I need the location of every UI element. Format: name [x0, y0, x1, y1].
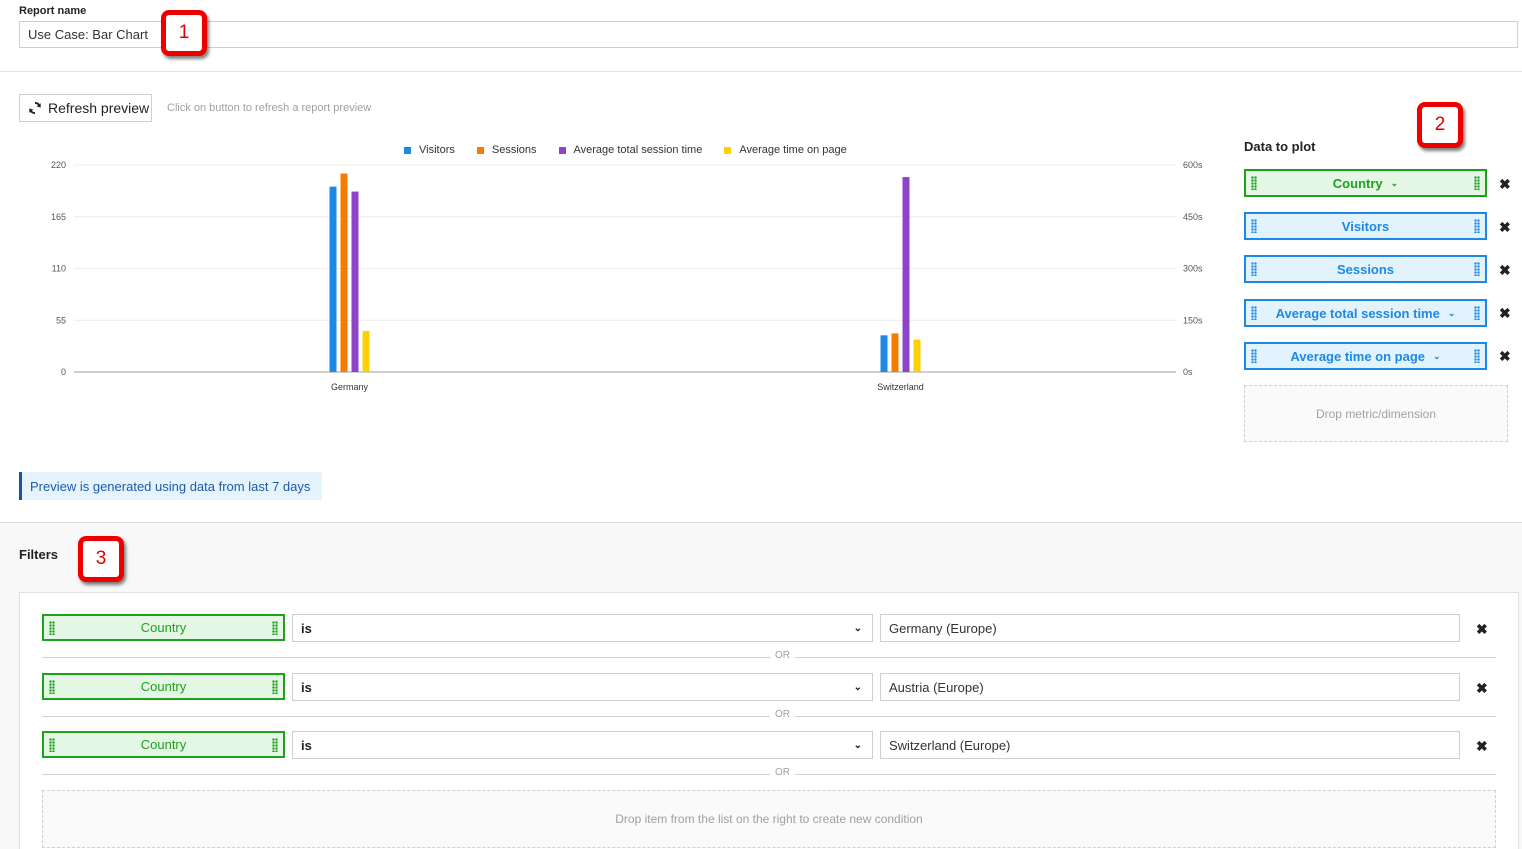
filter-operator-select[interactable]: is ⌄ [292, 673, 873, 701]
filter-operator-select[interactable]: is ⌄ [292, 731, 873, 759]
left-axis-tick-label: 0 [61, 367, 66, 377]
bar-average-time-on-page-switzerland [913, 339, 921, 372]
bar-average-total-session-time-germany [351, 191, 359, 372]
drag-handle-icon[interactable] [49, 680, 55, 694]
drag-handle-icon[interactable] [49, 621, 55, 635]
bar-average-total-session-time-switzerland [902, 177, 910, 372]
bar-chart: 0 0s 55 150s 110 300s 165 450s 220 600s Germany Swi… [0, 135, 1230, 405]
preview-info-banner: Preview is generated using data from las… [19, 472, 322, 500]
filter-field-country[interactable]: Country [42, 731, 285, 758]
or-divider [42, 657, 1496, 658]
left-axis-tick-label: 55 [56, 315, 66, 325]
report-name-input[interactable] [19, 21, 1518, 48]
filter-operator-select[interactable]: is ⌄ [292, 614, 873, 642]
drag-handle-icon[interactable] [272, 738, 278, 752]
chevron-down-icon[interactable]: ⌄ [1433, 351, 1441, 362]
or-divider [42, 774, 1496, 775]
remove-plot-item-country[interactable]: ✖ [1499, 177, 1511, 191]
chevron-down-icon[interactable]: ⌄ [1391, 178, 1399, 189]
chevron-down-icon[interactable]: ⌄ [1448, 308, 1456, 319]
drag-handle-icon[interactable] [272, 621, 278, 635]
filter-field-label: Country [140, 679, 187, 694]
filter-value-input[interactable] [880, 673, 1460, 701]
remove-plot-item-visitors[interactable]: ✖ [1499, 220, 1511, 234]
filter-field-country[interactable]: Country [42, 673, 285, 700]
drag-handle-icon[interactable] [49, 738, 55, 752]
remove-plot-item-sessions[interactable]: ✖ [1499, 263, 1511, 277]
plot-item-label: Visitors [1341, 218, 1390, 234]
drag-handle-icon[interactable] [1474, 262, 1480, 276]
filter-field-label: Country [140, 737, 187, 752]
chevron-down-icon: ⌄ [853, 739, 862, 751]
bar-visitors-switzerland [880, 335, 888, 372]
drag-handle-icon[interactable] [1474, 219, 1480, 233]
right-axis-tick-label: 600s [1183, 160, 1203, 170]
refresh-hint: Click on button to refresh a report prev… [167, 102, 372, 114]
right-axis-tick-label: 0s [1183, 367, 1193, 377]
filter-operator-value: is [301, 737, 312, 753]
or-divider [42, 716, 1496, 717]
or-label: OR [770, 767, 795, 778]
drag-handle-icon[interactable] [1251, 349, 1257, 363]
plot-item-label: Average time on page [1290, 348, 1426, 364]
drop-condition-zone[interactable]: Drop item from the list on the right to … [42, 790, 1496, 848]
right-axis-tick-label: 300s [1183, 264, 1203, 274]
left-axis-tick-label: 220 [51, 160, 66, 170]
right-axis-tick-label: 450s [1183, 212, 1203, 222]
report-name-label: Report name [19, 5, 87, 17]
left-axis-tick-label: 110 [52, 264, 66, 274]
filter-operator-value: is [301, 679, 312, 695]
refresh-icon [29, 101, 41, 115]
chart-canvas: 0 0s 55 150s 110 300s 165 450s 220 600s Germany Swi… [51, 160, 1203, 392]
drag-handle-icon[interactable] [1251, 262, 1257, 276]
plot-item-avg-total-session-time[interactable]: Average total session time ⌄ [1244, 299, 1487, 327]
chevron-down-icon: ⌄ [853, 681, 862, 693]
plot-item-sessions[interactable]: Sessions [1244, 255, 1487, 283]
plot-item-label: Sessions [1336, 261, 1395, 277]
left-axis-tick-label: 165 [51, 212, 66, 222]
remove-condition-button[interactable]: ✖ [1476, 622, 1488, 636]
drag-handle-icon[interactable] [1474, 349, 1480, 363]
filter-value-input[interactable] [880, 731, 1460, 759]
plot-item-label: Average total session time [1275, 305, 1440, 321]
filter-operator-value: is [301, 620, 312, 636]
drag-handle-icon[interactable] [1474, 176, 1480, 190]
refresh-preview-button[interactable]: Refresh preview [19, 94, 152, 122]
filter-value-input[interactable] [880, 614, 1460, 642]
annotation-badge-2: 2 [1417, 102, 1463, 148]
drag-handle-icon[interactable] [272, 680, 278, 694]
divider [0, 71, 1522, 72]
x-axis-category-label: Switzerland [877, 382, 924, 392]
drag-handle-icon[interactable] [1251, 306, 1257, 320]
x-axis-category-label: Germany [331, 382, 369, 392]
remove-condition-button[interactable]: ✖ [1476, 681, 1488, 695]
remove-condition-button[interactable]: ✖ [1476, 739, 1488, 753]
chevron-down-icon: ⌄ [853, 622, 862, 634]
drag-handle-icon[interactable] [1251, 219, 1257, 233]
plot-item-avg-time-on-page[interactable]: Average time on page ⌄ [1244, 342, 1487, 370]
drag-handle-icon[interactable] [1474, 306, 1480, 320]
bar-visitors-germany [329, 186, 337, 372]
plot-item-country[interactable]: Country ⌄ [1244, 169, 1487, 197]
data-to-plot-title: Data to plot [1244, 139, 1316, 154]
plot-item-label: Country [1332, 175, 1383, 191]
annotation-badge-3: 3 [78, 536, 124, 582]
filter-field-label: Country [140, 620, 187, 635]
drag-handle-icon[interactable] [1251, 176, 1257, 190]
or-label: OR [770, 650, 795, 661]
bar-sessions-germany [340, 173, 348, 372]
drop-metric-dimension-zone[interactable]: Drop metric/dimension [1244, 385, 1508, 442]
remove-plot-item-avg-total-session-time[interactable]: ✖ [1499, 306, 1511, 320]
refresh-preview-label: Refresh preview [48, 100, 150, 116]
plot-item-visitors[interactable]: Visitors [1244, 212, 1487, 240]
annotation-badge-1: 1 [161, 10, 207, 56]
bar-average-time-on-page-germany [362, 330, 370, 372]
remove-plot-item-avg-time-on-page[interactable]: ✖ [1499, 349, 1511, 363]
right-axis-tick-label: 150s [1183, 315, 1203, 325]
filters-title: Filters [19, 547, 59, 562]
filter-field-country[interactable]: Country [42, 614, 285, 641]
or-label: OR [770, 709, 795, 720]
bar-sessions-switzerland [891, 333, 899, 372]
